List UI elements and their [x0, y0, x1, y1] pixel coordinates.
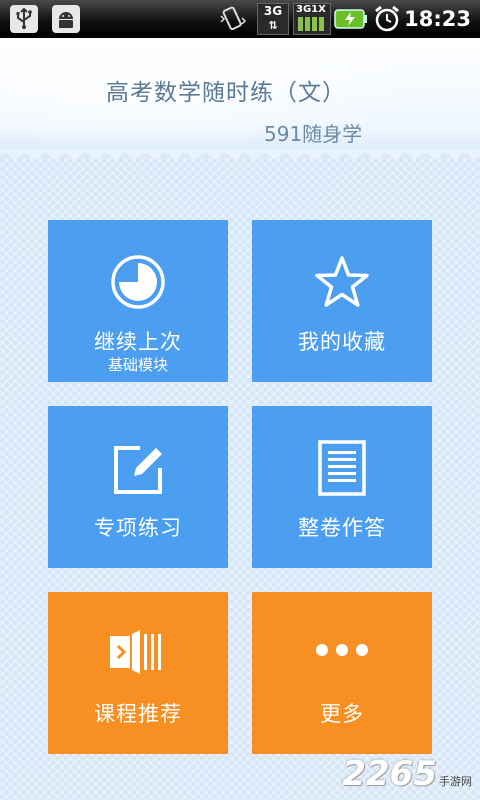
topic-practice-tile[interactable]: 专项练习: [48, 406, 228, 568]
my-favorites-tile[interactable]: 我的收藏: [252, 220, 432, 382]
tile-label: 我的收藏: [298, 330, 386, 354]
app-subtitle: 591随身学: [264, 122, 363, 146]
tile-sublabel: 基础模块: [107, 356, 168, 374]
3g-data-icon: 3G ⇅: [257, 3, 289, 35]
tile-label: 课程推荐: [94, 702, 182, 726]
continue-last-tile[interactable]: 继续上次 基础模块: [48, 220, 228, 382]
vibrate-icon: [218, 4, 248, 34]
3g-label: 3G: [263, 4, 283, 18]
3g1x-signal-icon: 3G1X: [293, 3, 331, 35]
app-header: 高考数学随时练（文） 591随身学: [0, 38, 480, 158]
course-icon: [108, 626, 168, 682]
edit-icon: [110, 440, 166, 500]
more-icon: [314, 642, 370, 662]
android-debug-icon: [52, 4, 80, 34]
wavy-divider: [0, 150, 480, 159]
usb-icon: [10, 4, 38, 34]
tile-label: 继续上次: [94, 330, 182, 354]
battery-charging-icon: [334, 4, 368, 34]
course-recommend-tile[interactable]: 课程推荐: [48, 592, 228, 754]
full-paper-tile[interactable]: 整卷作答: [252, 406, 432, 568]
app-title: 高考数学随时练（文）: [106, 80, 346, 106]
3g1x-label: 3G1X: [296, 4, 326, 15]
document-icon: [318, 440, 366, 500]
tile-label: 专项练习: [94, 516, 182, 540]
watermark-number: 2265: [342, 754, 437, 794]
watermark-text: 手游网: [439, 775, 472, 788]
alarm-clock-icon: [372, 4, 402, 34]
watermark: 2265 手游网: [342, 754, 472, 794]
status-time: 18:23: [404, 7, 471, 31]
pie-clock-icon: [110, 254, 166, 314]
star-icon: [313, 254, 371, 314]
more-tile[interactable]: 更多: [252, 592, 432, 754]
tile-label: 更多: [320, 702, 364, 726]
tile-label: 整卷作答: [298, 516, 386, 540]
status-bar: 3G ⇅ 3G1X 18:23: [0, 0, 480, 38]
